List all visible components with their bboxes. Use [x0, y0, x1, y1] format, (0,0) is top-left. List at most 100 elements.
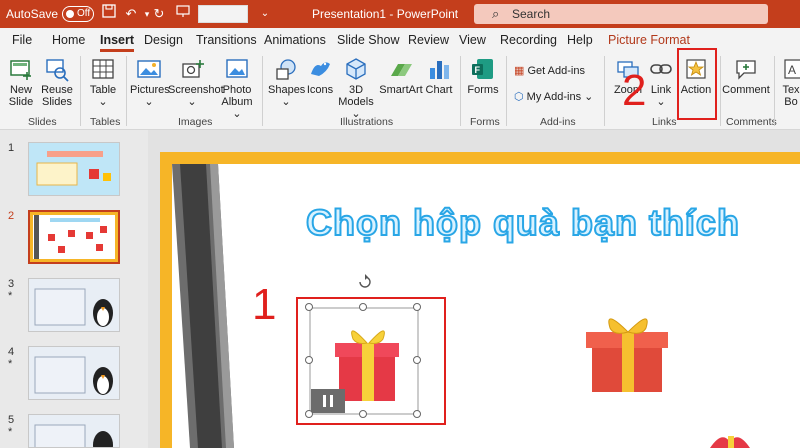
chart-label: Chart	[425, 84, 453, 96]
shapes-icon	[268, 56, 304, 82]
table-button[interactable]: Table ⌄	[86, 56, 120, 108]
slide-thumbnail-5[interactable]	[28, 414, 120, 448]
new-slide-label: New Slide	[8, 84, 34, 108]
link-label: Link	[650, 84, 672, 96]
thumbnail-animation-marker: *	[8, 290, 13, 302]
rotate-handle-icon[interactable]	[357, 274, 373, 290]
save-icon[interactable]	[100, 4, 118, 24]
table-label: Table	[89, 84, 117, 96]
ribbon-separator	[126, 56, 127, 126]
tab-view[interactable]: View	[459, 33, 486, 47]
table-icon	[86, 56, 120, 82]
tab-review[interactable]: Review	[408, 33, 449, 47]
quick-access-combobox[interactable]	[198, 5, 248, 23]
thumbnail-number: 4	[8, 346, 15, 358]
reuse-slides-button[interactable]: Reuse Slides	[40, 56, 74, 108]
redo-icon[interactable]: ↻	[150, 4, 168, 24]
step2-number: 2	[622, 66, 647, 115]
slide-thumbnail-4[interactable]	[28, 346, 120, 400]
pictures-label: Pictures	[130, 84, 170, 96]
link-icon	[646, 56, 676, 82]
ribbon-separator	[460, 56, 461, 126]
smartart-button[interactable]: SmartArt	[378, 56, 424, 96]
tab-picture-format[interactable]: Picture Format	[608, 33, 690, 47]
group-label-illustrations: Illustrations	[340, 116, 394, 128]
title-bar: AutoSave Off ↶ ▾ ↻ ⌄ Presentation1 - Pow…	[0, 0, 800, 28]
thumbnail-animation-marker: *	[8, 426, 13, 438]
autosave-label: AutoSave	[6, 7, 59, 21]
comment-button[interactable]: Comment	[722, 56, 770, 96]
thumbnail-number: 5	[8, 414, 15, 426]
smartart-label: SmartArt	[379, 84, 423, 96]
comment-label: Comment	[722, 84, 770, 96]
screenshot-button[interactable]: Screenshot ⌄	[168, 56, 224, 108]
svg-text:A: A	[788, 63, 796, 77]
gift-image[interactable]	[578, 302, 688, 402]
ribbon-separator	[506, 56, 507, 126]
shapes-label: Shapes	[268, 84, 306, 96]
chart-button[interactable]: Chart	[424, 56, 454, 96]
autosave-state: Off	[77, 8, 91, 19]
autosave-toggle[interactable]: Off	[62, 6, 94, 22]
tab-help[interactable]: Help	[567, 33, 593, 47]
link-button[interactable]: Link ⌄	[646, 56, 676, 108]
shapes-button[interactable]: Shapes ⌄	[268, 56, 306, 108]
group-label-comments: Comments	[726, 116, 777, 128]
svg-text:F: F	[475, 65, 481, 75]
icons-label: Icons	[306, 84, 334, 96]
thumbnail-number: 2	[8, 210, 15, 222]
icons-button[interactable]: Icons	[304, 56, 336, 96]
cube-icon	[336, 56, 376, 82]
search-input[interactable]: ⌕ Search	[474, 4, 768, 24]
screenshot-icon	[168, 56, 216, 82]
photo-album-icon	[218, 56, 256, 82]
ribbon-separator	[604, 56, 605, 126]
link-dropdown-icon: ⌄	[656, 96, 666, 108]
tab-design[interactable]: Design	[144, 33, 183, 47]
photo-album-label: Photo Album	[221, 84, 253, 108]
group-label-slides: Slides	[28, 116, 57, 128]
tab-insert[interactable]: Insert	[100, 33, 135, 52]
my-addins-button[interactable]: ⬡ My Add-ins ⌄	[514, 90, 593, 103]
slide-thumbnail-1[interactable]	[28, 142, 120, 196]
my-addins-label: My Add-ins	[526, 91, 582, 103]
photo-album-dropdown-icon: ⌄	[232, 108, 242, 120]
ribbon-separator	[720, 56, 721, 126]
my-addins-dropdown-icon: ⌄	[584, 91, 594, 103]
thumbnail-number: 1	[8, 142, 15, 154]
ribbon-separator	[262, 56, 263, 126]
reuse-slides-label: Reuse Slides	[41, 84, 73, 108]
icons-icon	[304, 56, 336, 82]
tab-file[interactable]: File	[12, 33, 32, 47]
new-slide-button[interactable]: New Slide	[4, 56, 38, 108]
ribbon-separator	[80, 56, 81, 126]
customize-toolbar-icon[interactable]: ⌄	[256, 4, 274, 24]
forms-button[interactable]: F Forms	[466, 56, 500, 96]
shapes-dropdown-icon: ⌄	[281, 96, 291, 108]
comment-icon	[722, 56, 770, 82]
tab-slide-show[interactable]: Slide Show	[337, 33, 400, 47]
3d-models-button[interactable]: 3D Models ⌄	[336, 56, 376, 120]
pictures-button[interactable]: Pictures ⌄	[130, 56, 170, 108]
present-icon[interactable]	[174, 4, 192, 24]
gift-image[interactable]	[700, 428, 770, 448]
group-label-images: Images	[178, 116, 213, 128]
textbox-label: Tex Bo	[782, 84, 800, 108]
store-icon: ▦	[514, 65, 525, 77]
slide-title[interactable]: Chọn hộp quà bạn thích	[305, 201, 740, 244]
forms-label: Forms	[467, 84, 499, 96]
slide-thumbnail-2[interactable]	[28, 210, 120, 264]
toggle-knob	[66, 10, 74, 18]
tab-transitions[interactable]: Transitions	[196, 33, 257, 47]
textbox-button[interactable]: A Tex Bo	[782, 56, 800, 108]
tab-animations[interactable]: Animations	[264, 33, 326, 47]
photo-album-button[interactable]: Photo Album ⌄	[218, 56, 256, 120]
step2-highlight-box	[677, 48, 717, 120]
search-icon: ⌕	[492, 6, 500, 21]
group-label-forms: Forms	[470, 116, 500, 128]
slide-thumbnail-3[interactable]	[28, 278, 120, 332]
tab-recording[interactable]: Recording	[500, 33, 557, 47]
pictures-icon	[130, 56, 168, 82]
get-addins-button[interactable]: ▦ Get Add-ins	[514, 64, 585, 77]
tab-home[interactable]: Home	[52, 33, 85, 47]
